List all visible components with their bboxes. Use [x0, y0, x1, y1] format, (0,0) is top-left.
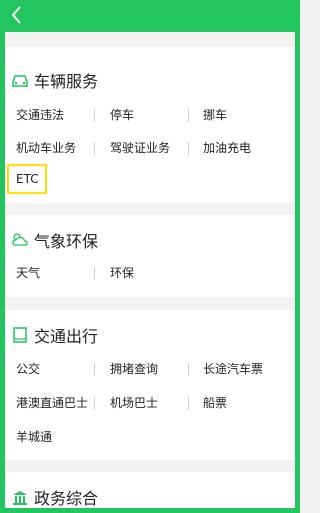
divider [94, 363, 95, 376]
top-bar [0, 0, 300, 32]
menu-item-ferry-ticket[interactable]: 船票 [203, 394, 227, 412]
divider [94, 142, 95, 155]
section-title-vehicle-services: 车辆服务 [10, 68, 98, 92]
menu-item-fuel-charging[interactable]: 加油充电 [203, 139, 251, 157]
menu-item-yangchengtong[interactable]: 羊城通 [16, 428, 52, 446]
weather-cloud-icon [10, 231, 30, 249]
menu-item-congestion-query[interactable]: 拥堵查询 [110, 360, 158, 378]
government-building-icon [10, 488, 30, 506]
menu-item-environment[interactable]: 环保 [110, 264, 134, 282]
section-title-government: 政务综合 [10, 485, 98, 509]
section-title-weather-environment: 气象环保 [10, 228, 98, 252]
menu-item-weather[interactable]: 天气 [16, 264, 40, 282]
book-icon [10, 326, 30, 344]
divider [188, 397, 189, 410]
divider [94, 397, 95, 410]
divider [188, 363, 189, 376]
menu-item-bus[interactable]: 公交 [16, 360, 40, 378]
section-title-transport: 交通出行 [10, 323, 98, 347]
menu-item-license-business[interactable]: 驾驶证业务 [110, 139, 170, 157]
back-chevron-icon[interactable] [8, 5, 26, 25]
menu-item-airport-bus[interactable]: 机场巴士 [110, 394, 158, 412]
divider [188, 109, 189, 122]
menu-item-etc[interactable]: ETC [16, 170, 39, 188]
divider [94, 267, 95, 280]
divider [94, 109, 95, 122]
menu-item-move-car[interactable]: 挪车 [203, 106, 227, 124]
menu-item-traffic-violation[interactable]: 交通违法 [16, 106, 64, 124]
menu-item-long-distance-bus-ticket[interactable]: 长途汽车票 [203, 360, 263, 378]
menu-item-vehicle-business[interactable]: 机动车业务 [16, 139, 76, 157]
menu-item-hk-macau-bus[interactable]: 港澳直通巴士 [16, 394, 88, 412]
menu-item-parking[interactable]: 停车 [110, 106, 134, 124]
divider [188, 142, 189, 155]
car-icon [10, 71, 30, 89]
